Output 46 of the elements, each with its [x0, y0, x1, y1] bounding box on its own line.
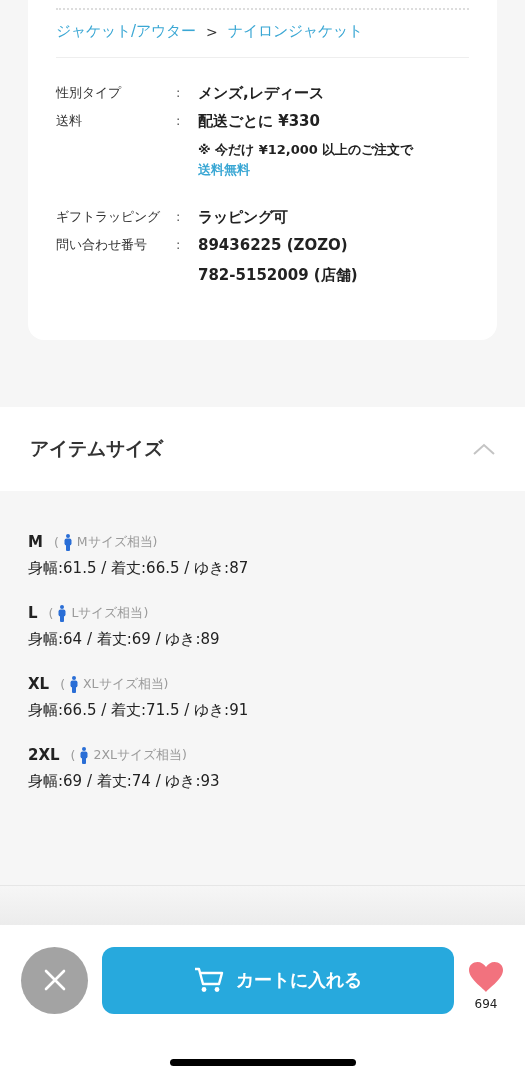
person-icon [80, 746, 89, 764]
person-icon [70, 675, 78, 693]
size-name: M [28, 533, 43, 551]
detail-colon: : [176, 84, 182, 102]
detail-value: メンズ,レディース [198, 83, 324, 104]
detail-value: ラッピング可 [198, 207, 288, 228]
detail-label: ギフトラッピング [56, 208, 161, 226]
chevron-icon[interactable] [473, 443, 495, 455]
person-icon [63, 533, 72, 551]
section-title: アイテムサイズ [30, 436, 163, 461]
detail-colon: : [176, 208, 182, 226]
favorite-count: 694 [474, 997, 498, 1011]
size-name: XL [28, 675, 50, 693]
parenthesis: ( [60, 676, 65, 692]
heart-icon[interactable] [468, 961, 504, 993]
size-name: 2XL [28, 746, 60, 764]
breadcrumb-separator: > [206, 23, 218, 40]
cart-icon [194, 967, 224, 993]
size-measurements: 身幅:64 / 着丈:69 / ゆき:89 [28, 630, 221, 649]
section-header[interactable]: アイテムサイズ [0, 407, 525, 491]
detail-colon: : [176, 112, 182, 130]
free-shipping-link[interactable]: 送料無料 [198, 162, 250, 177]
parenthesis: ( [48, 605, 54, 621]
size-measurements: 身幅:61.5 / 着丈:66.5 / ゆき:87 [28, 559, 250, 578]
detail-label: 送料 [56, 112, 83, 130]
close-icon [43, 969, 66, 991]
size-equivalent: Mサイズ相当) [76, 533, 158, 551]
detail-value: 782-5152009 (店舗) [198, 265, 358, 286]
detail-value: 89436225 (ZOZO) [198, 235, 349, 256]
breadcrumb-link[interactable]: ジャケット/アウター [56, 22, 197, 41]
size-equivalent: 2XLサイズ相当) [93, 746, 187, 764]
size-measurements: 身幅:69 / 着丈:74 / ゆき:93 [28, 772, 221, 791]
add-to-cart-button[interactable]: カートに入れる [102, 946, 454, 1014]
detail-colon: : [176, 236, 182, 254]
detail-value: 配送ごとに ¥330 [198, 111, 321, 132]
person-icon [58, 604, 67, 622]
shipping-note: ※ 今だけ ¥12,000 以上のご注文で 送料無料 [198, 141, 414, 179]
parenthesis: ( [70, 747, 76, 763]
detail-label: 性別タイプ [56, 84, 123, 102]
detail-label: 問い合わせ番号 [56, 236, 148, 254]
breadcrumb-link[interactable]: ナイロンジャケット [227, 22, 363, 41]
size-measurements: 身幅:66.5 / 着丈:71.5 / ゆき:91 [28, 701, 250, 720]
size-name: L [28, 604, 38, 622]
parenthesis: ( [53, 534, 59, 550]
size-equivalent: Lサイズ相当) [71, 604, 149, 622]
size-equivalent: XLサイズ相当) [83, 675, 169, 693]
